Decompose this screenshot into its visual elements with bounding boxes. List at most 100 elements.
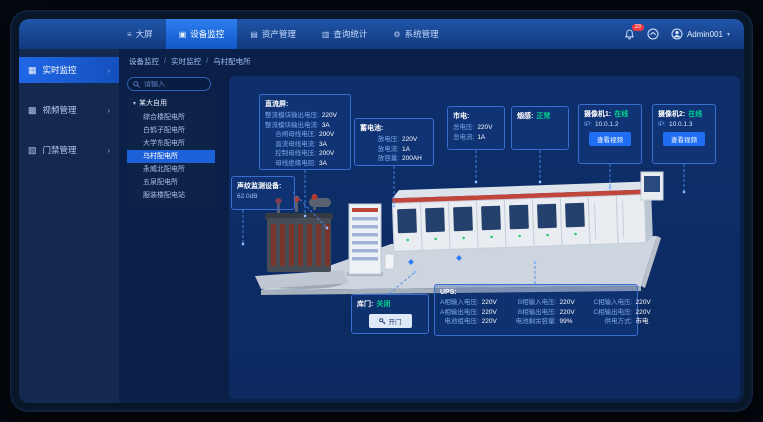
metric-value: 3A xyxy=(322,121,345,131)
top-navbar: ≡ 大屏 ▣ 设备监控 ▤ 资产管理 ▥ 查询统计 ⚙ 系统管理 xyxy=(19,19,744,49)
metric-row: 放电压:220V xyxy=(360,135,428,145)
metric-value: 99% xyxy=(559,317,585,327)
metric-label: C相输入电压: xyxy=(593,298,632,308)
breadcrumb-item[interactable]: 设备监控 xyxy=(129,56,159,67)
callout-ups: UPS: A相输入电压:220V B相输入电压:220V C相输入电压:220V… xyxy=(434,284,638,336)
callout-battery: 蓄电池: 放电压:220V 放电流:1A 放容量:200AH xyxy=(354,118,434,166)
sidebar-label: 实时监控 xyxy=(43,64,77,76)
ip-value: 10.0.1.3 xyxy=(669,121,693,128)
metric-value: 3A xyxy=(319,159,345,169)
camera-ip-row: IP: 10.0.1.3 xyxy=(658,121,710,128)
metric-row: 供电方式:市电 xyxy=(593,317,661,327)
metric-row: C相输出电压:220V xyxy=(593,308,661,318)
screenshot-stage: ≡ 大屏 ▣ 设备监控 ▤ 资产管理 ▥ 查询统计 ⚙ 系统管理 xyxy=(0,0,763,422)
sidebar-item-access-control[interactable]: ▧ 门禁管理 › xyxy=(19,137,119,163)
metric-label: 放电压: xyxy=(360,135,399,145)
callout-sound-monitor: 声纹监测设备: 62.0dB xyxy=(231,176,295,210)
view-video-button[interactable]: 查看视频 xyxy=(663,132,705,146)
dashboard-icon: ≡ xyxy=(127,30,132,39)
nav-item-query-statistics[interactable]: ▥ 查询统计 xyxy=(309,19,381,49)
metric-row: A相输入电压:220V xyxy=(440,298,508,308)
metric-row: 总电流:1A xyxy=(453,133,499,143)
door-icon: ▧ xyxy=(28,145,37,156)
sound-value: 62.0dB xyxy=(237,193,289,200)
open-door-button[interactable]: 开门 xyxy=(369,314,412,328)
fullscreen-toggle-icon[interactable] xyxy=(647,28,659,40)
nav-item-dashboard[interactable]: ≡ 大屏 xyxy=(114,19,166,49)
user-menu[interactable]: Admin001 ▾ xyxy=(671,28,730,40)
search-input[interactable] xyxy=(144,81,205,88)
metric-value: 220V xyxy=(322,111,345,121)
camera-label: 摄像机1: xyxy=(584,109,611,119)
nav-menu: ≡ 大屏 ▣ 设备监控 ▤ 资产管理 ▥ 查询统计 ⚙ 系统管理 xyxy=(114,19,452,49)
metric-row: 母线绝缘电阻:3A xyxy=(265,159,345,169)
key-icon xyxy=(379,318,386,325)
metric-value: 3A xyxy=(319,140,345,150)
asset-icon: ▤ xyxy=(250,30,258,39)
search-icon xyxy=(133,81,140,88)
door-label: 库门: xyxy=(357,299,373,309)
metric-label: 电池组电压: xyxy=(440,317,479,327)
breadcrumb-item[interactable]: 实时监控 xyxy=(171,56,201,67)
tree-item-station[interactable]: 综合楼配电所 xyxy=(127,111,215,124)
chevron-right-icon: › xyxy=(107,66,110,75)
metric-row: 合闸母线电压:200V xyxy=(265,130,345,140)
metric-value: 220V xyxy=(482,308,508,318)
ip-label: IP: xyxy=(658,121,666,128)
realtime-monitor-icon: ▦ xyxy=(28,65,37,76)
smoke-status: 正常 xyxy=(536,111,550,121)
smoke-label: 烟感: xyxy=(517,111,533,121)
metric-row: 放容量:200AH xyxy=(360,154,428,164)
metric-row: 电池剩余容量:99% xyxy=(516,317,586,327)
sidebar-item-video-management[interactable]: ▩ 视频管理 › xyxy=(19,97,119,123)
metric-label: A相输入电压: xyxy=(440,298,479,308)
metric-label: B相输入电压: xyxy=(516,298,557,308)
nav-item-system-management[interactable]: ⚙ 系统管理 xyxy=(380,19,451,49)
callout-dc-panel: 直流屏: 整流模块输出电压:220V 整流模块输出电流:3A 合闸母线电压:20… xyxy=(259,94,351,170)
ups-metrics-grid: A相输入电压:220V B相输入电压:220V C相输入电压:220V A相输出… xyxy=(440,298,632,327)
callout-camera-1: 摄像机1: 在线 IP: 10.0.1.2 查看视频 xyxy=(578,104,642,164)
metric-row: B相输出电压:220V xyxy=(516,308,586,318)
metric-label: C相输出电压: xyxy=(593,308,632,318)
tree-root-node[interactable]: ▾某大自用 xyxy=(127,97,215,111)
sidebar-label: 视频管理 xyxy=(43,104,77,116)
username: Admin001 xyxy=(687,30,723,39)
device-frame: ≡ 大屏 ▣ 设备监控 ▤ 资产管理 ▥ 查询统计 ⚙ 系统管理 xyxy=(10,10,753,412)
metric-row: 总电压:220V xyxy=(453,123,499,133)
callout-smoke-detector: 烟感: 正常 xyxy=(511,106,569,150)
door-status: 关闭 xyxy=(376,299,390,309)
view-video-button[interactable]: 查看视频 xyxy=(589,132,631,146)
sidebar-label: 门禁管理 xyxy=(43,144,77,156)
tree-item-station[interactable]: 大学东配电所 xyxy=(127,137,215,150)
metric-value: 220V xyxy=(635,298,661,308)
nav-label: 系统管理 xyxy=(405,28,439,40)
open-door-label: 开门 xyxy=(389,316,402,326)
sound-label: 声纹监测设备: xyxy=(237,181,289,191)
nav-item-asset-management[interactable]: ▤ 资产管理 xyxy=(237,19,309,49)
metric-label: 供电方式: xyxy=(593,317,632,327)
nav-label: 查询统计 xyxy=(333,28,367,40)
sidebar-item-realtime-monitor[interactable]: ▦ 实时监控 › xyxy=(19,57,119,83)
callout-mains: 市电: 总电压:220V 总电流:1A xyxy=(447,106,505,150)
notification-button[interactable]: 23 xyxy=(624,29,635,40)
breadcrumb-separator: / xyxy=(206,56,208,67)
camera-status: 在线 xyxy=(688,109,702,119)
metric-value: 200V xyxy=(319,130,345,140)
tree-item-station-selected[interactable]: 乌村配电所 xyxy=(127,150,215,163)
metric-row: 整流模块输出电压:220V xyxy=(265,111,345,121)
tree-item-station[interactable]: 服装楼配电站 xyxy=(127,189,215,202)
callout-title: 蓄电池: xyxy=(360,123,428,133)
nav-item-device-monitor[interactable]: ▣ 设备监控 xyxy=(166,19,238,49)
video-icon: ▩ xyxy=(28,105,37,116)
callout-title: 直流屏: xyxy=(265,99,345,109)
callout-title: UPS: xyxy=(440,289,632,296)
metric-label: B相输出电压: xyxy=(516,308,557,318)
tree-item-station[interactable]: 五泉配电所 xyxy=(127,176,215,189)
ip-value: 10.0.1.2 xyxy=(595,121,619,128)
station-search xyxy=(127,77,211,91)
tree-item-station[interactable]: 白鹤子配电所 xyxy=(127,124,215,137)
metric-value: 220V xyxy=(402,135,428,145)
gear-icon: ⚙ xyxy=(393,30,400,39)
tree-item-station[interactable]: 永威北配电所 xyxy=(127,163,215,176)
nav-label: 大屏 xyxy=(136,28,153,40)
